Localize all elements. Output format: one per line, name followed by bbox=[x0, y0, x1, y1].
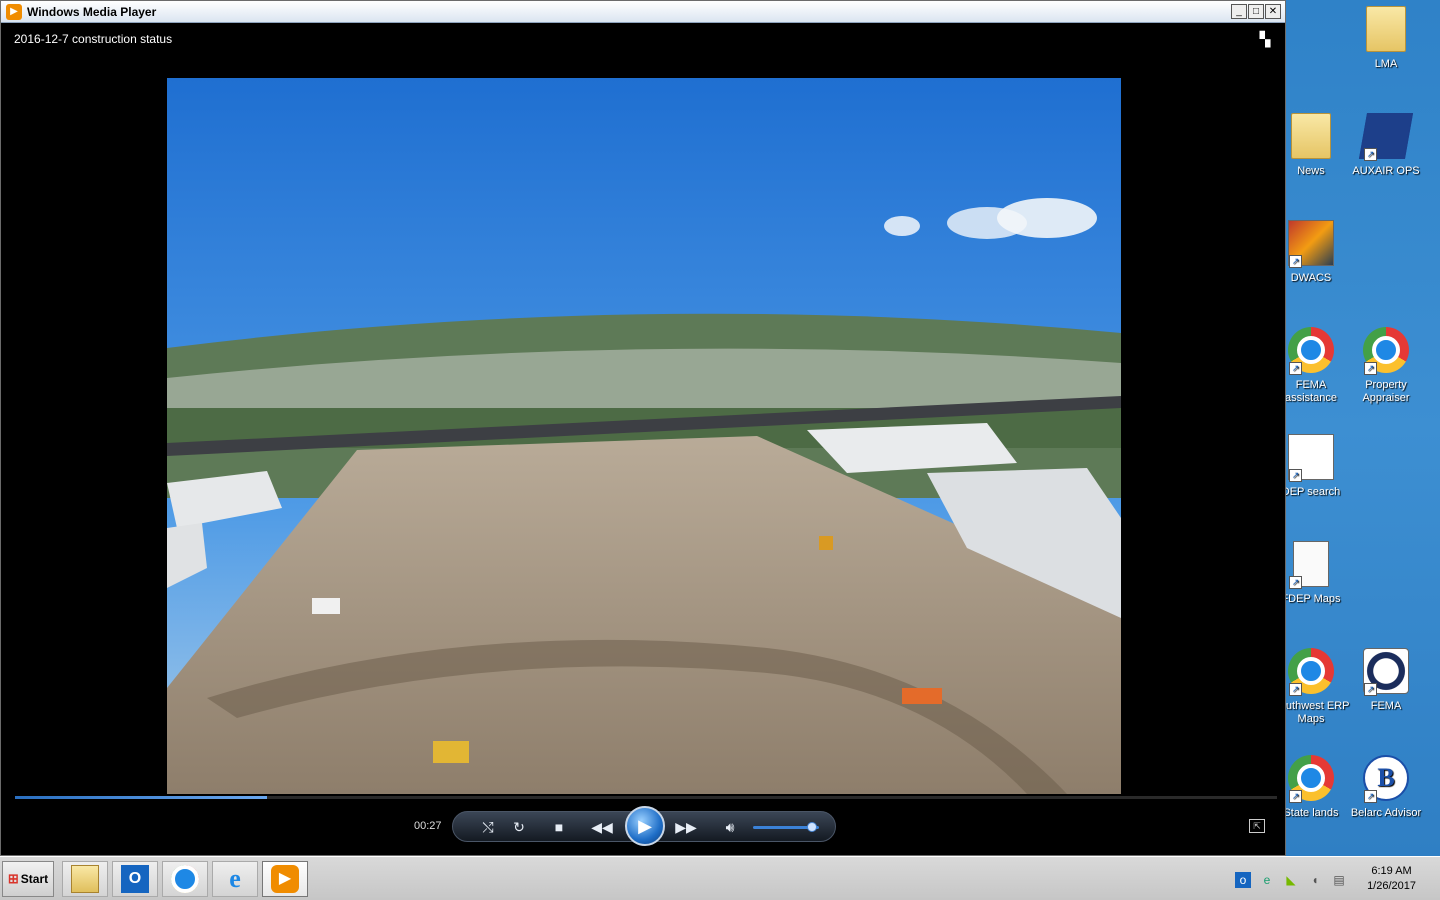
taskbar-chrome[interactable] bbox=[162, 861, 208, 897]
chrome-icon bbox=[171, 865, 199, 893]
seek-bar[interactable] bbox=[15, 796, 1277, 799]
clock-date: 1/26/2017 bbox=[1367, 880, 1416, 892]
shuffle-icon[interactable]: ⤭ bbox=[477, 817, 499, 837]
taskbar-windows-media-player[interactable]: ▶ bbox=[262, 861, 308, 897]
volume-knob[interactable] bbox=[807, 822, 818, 832]
shortcut-arrow-icon: ↗ bbox=[1289, 790, 1302, 803]
desktop-icon-label: Belarc Advisor bbox=[1350, 807, 1422, 819]
switch-to-library-icon[interactable]: ▚ bbox=[1256, 31, 1274, 49]
media-player-window: ▶ Windows Media Player _ □ ✕ 2016-12-7 c… bbox=[0, 0, 1286, 856]
nvidia-icon[interactable]: ◣ bbox=[1283, 872, 1299, 888]
start-label: Start bbox=[20, 872, 49, 886]
folder-icon bbox=[71, 865, 99, 893]
taskbar: ⊞ Start O e ▶ o e ◣ ◖ ▤ 6:19 AM 1/26/201… bbox=[0, 856, 1440, 900]
desktop-icon-fema[interactable]: ↗ FEMA bbox=[1347, 648, 1425, 713]
edge-tray-icon[interactable]: e bbox=[1259, 872, 1275, 888]
elapsed-time: 00:27 bbox=[414, 820, 442, 832]
clock[interactable]: 6:19 AM 1/26/2017 bbox=[1367, 864, 1416, 894]
folder-icon bbox=[1366, 6, 1406, 52]
start-button[interactable]: ⊞ Start bbox=[2, 861, 54, 897]
ie-icon: e bbox=[229, 864, 241, 893]
stop-icon[interactable]: ■ bbox=[548, 817, 570, 837]
seek-progress bbox=[15, 796, 268, 799]
desktop-icon-auxair-ops[interactable]: ↗ AUXAIR OPS bbox=[1347, 113, 1425, 178]
close-button[interactable]: ✕ bbox=[1265, 4, 1281, 19]
playback-controls: ⤭ ↻ ■ ◀◀ ▶ ▶▶ 🔊︎ bbox=[452, 806, 836, 846]
desktop-icon-belarc-advisor[interactable]: B ↗ Belarc Advisor bbox=[1347, 755, 1425, 820]
taskbar-file-explorer[interactable] bbox=[62, 861, 108, 897]
windows-logo-icon: ⊞ bbox=[7, 871, 19, 886]
shortcut-arrow-icon: ↗ bbox=[1289, 683, 1302, 696]
shortcut-arrow-icon: ↗ bbox=[1289, 576, 1302, 589]
taskbar-internet-explorer[interactable]: e bbox=[212, 861, 258, 897]
desktop-icon-label: AUXAIR OPS bbox=[1352, 165, 1420, 177]
desktop-icon-property-appraiser[interactable]: ↗ Property Appraiser bbox=[1347, 327, 1425, 405]
desktop-icon-label: LMA bbox=[1374, 58, 1398, 70]
shortcut-arrow-icon: ↗ bbox=[1364, 148, 1377, 161]
previous-icon[interactable]: ◀◀ bbox=[591, 817, 613, 837]
shortcut-arrow-icon: ↗ bbox=[1289, 469, 1302, 482]
wmp-icon: ▶ bbox=[271, 865, 299, 893]
video-frame[interactable] bbox=[167, 78, 1121, 794]
next-icon[interactable]: ▶▶ bbox=[675, 817, 697, 837]
shortcut-arrow-icon: ↗ bbox=[1289, 255, 1302, 268]
network-icon[interactable]: ▤ bbox=[1331, 872, 1347, 888]
shortcut-arrow-icon: ↗ bbox=[1364, 683, 1377, 696]
desktop-icon-lma[interactable]: LMA bbox=[1347, 6, 1425, 71]
desktop-icon-label: Property Appraiser bbox=[1362, 379, 1410, 404]
shortcut-arrow-icon: ↗ bbox=[1364, 362, 1377, 375]
media-title: 2016-12-7 construction status bbox=[14, 32, 173, 46]
outlook-tray-icon[interactable]: o bbox=[1235, 872, 1251, 888]
shortcut-arrow-icon: ↗ bbox=[1289, 362, 1302, 375]
play-icon[interactable]: ▶ bbox=[625, 806, 665, 846]
speaker-icon[interactable]: ◖ bbox=[1307, 872, 1323, 888]
window-title: Windows Media Player bbox=[27, 4, 157, 19]
shortcut-arrow-icon: ↗ bbox=[1364, 790, 1377, 803]
outlook-icon: O bbox=[121, 865, 149, 893]
video-content bbox=[167, 78, 1121, 794]
repeat-icon[interactable]: ↻ bbox=[508, 817, 530, 837]
volume-slider[interactable] bbox=[753, 822, 819, 832]
title-bar[interactable]: ▶ Windows Media Player _ □ ✕ bbox=[1, 1, 1285, 23]
volume-icon[interactable]: 🔊︎ bbox=[719, 817, 741, 837]
taskbar-outlook[interactable]: O bbox=[112, 861, 158, 897]
minimize-button[interactable]: _ bbox=[1231, 4, 1247, 19]
maximize-button[interactable]: □ bbox=[1248, 4, 1264, 19]
desktop-icon-label: FEMA bbox=[1370, 700, 1402, 712]
switch-to-now-playing-icon[interactable]: ⇱ bbox=[1249, 819, 1265, 833]
folder-icon bbox=[1291, 113, 1331, 159]
clock-time: 6:19 AM bbox=[1371, 865, 1412, 877]
wmp-icon: ▶ bbox=[6, 3, 22, 20]
